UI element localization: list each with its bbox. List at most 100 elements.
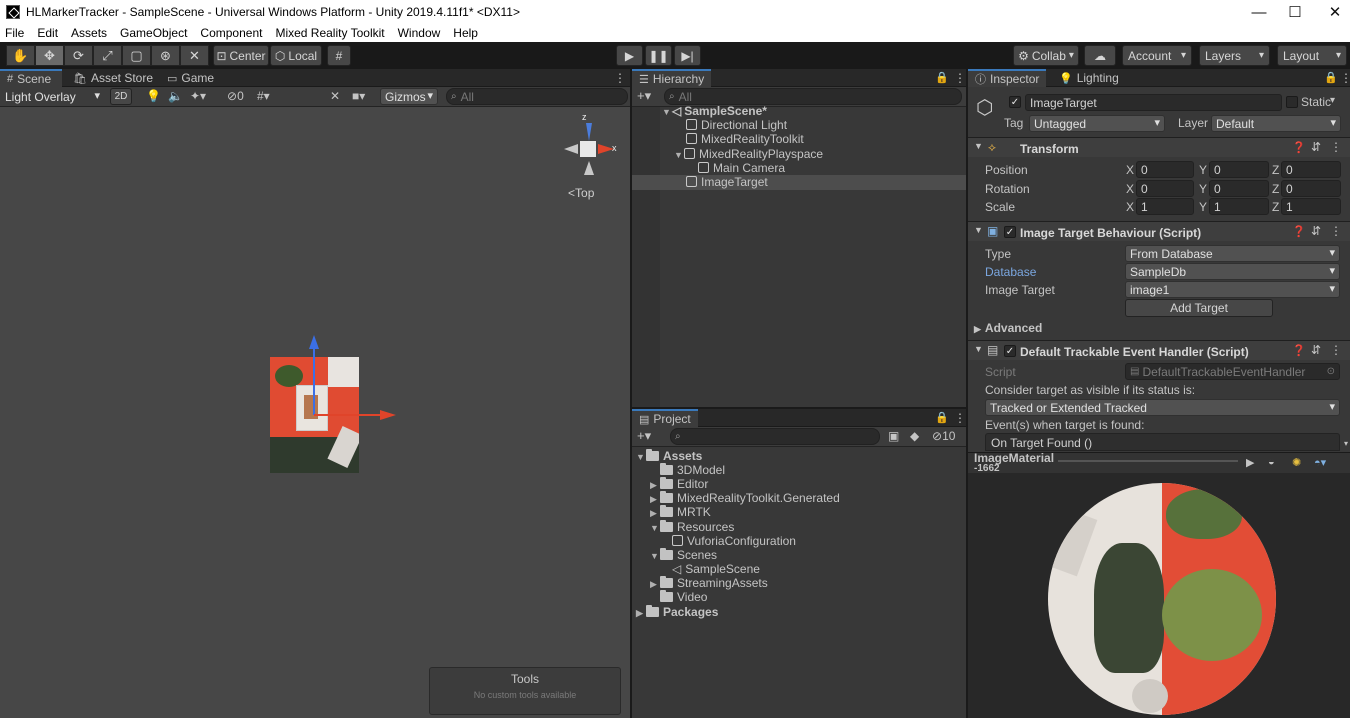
scale-z-field[interactable]: 1 bbox=[1281, 198, 1341, 215]
2d-toggle[interactable]: 2D bbox=[110, 88, 132, 105]
play-preview-icon[interactable]: ▶ bbox=[1246, 456, 1254, 469]
collab-dropdown[interactable]: ⚙ Collab ▾ bbox=[1013, 45, 1079, 66]
help-icon[interactable]: ❓ bbox=[1292, 225, 1306, 238]
rect-tool-icon[interactable]: ▢ bbox=[122, 45, 151, 66]
menu-component[interactable]: Component bbox=[200, 26, 262, 40]
scale-x-field[interactable]: 1 bbox=[1136, 198, 1194, 215]
hierarchy-item-mixedrealityplayspace[interactable]: ▼ MixedRealityPlayspace bbox=[674, 147, 823, 161]
on-target-found-event-box[interactable]: On Target Found () bbox=[985, 433, 1340, 451]
advanced-foldout[interactable]: ▶ Advanced bbox=[974, 321, 1042, 335]
tab-game[interactable]: ▭ Game bbox=[160, 69, 221, 87]
menu-help[interactable]: Help bbox=[453, 26, 478, 40]
project-folder-resources[interactable]: ▼ Resources bbox=[650, 520, 734, 534]
search-by-type-icon[interactable]: ▣ bbox=[888, 429, 899, 443]
rotation-z-field[interactable]: 0 bbox=[1281, 180, 1341, 197]
gizmos-dropdown[interactable]: Gizmos bbox=[380, 88, 438, 105]
light-preview-icon[interactable]: ✺ bbox=[1292, 456, 1301, 469]
preset-icon[interactable]: ⇵ bbox=[1311, 343, 1321, 357]
hidden-packages-toggle[interactable]: ⊘10 bbox=[932, 429, 955, 443]
project-asset-vuforiaconfiguration[interactable]: VuforiaConfiguration bbox=[672, 534, 796, 548]
tab-scene[interactable]: # Scene bbox=[0, 69, 62, 87]
transform-component-header[interactable]: ▼ ⟡ Transform ❓ ⇵ ⋮ bbox=[968, 137, 1350, 157]
menu-edit[interactable]: Edit bbox=[37, 26, 58, 40]
add-target-button[interactable]: Add Target bbox=[1125, 299, 1273, 317]
rotate-tool-icon[interactable]: ⟳ bbox=[64, 45, 93, 66]
project-assets-root[interactable]: ▼ Assets bbox=[636, 449, 702, 463]
scale-y-field[interactable]: 1 bbox=[1209, 198, 1269, 215]
event-handler-enabled-checkbox[interactable]: ✓ bbox=[1004, 345, 1016, 357]
object-name-field[interactable]: ImageTarget bbox=[1025, 94, 1282, 111]
grid-snap-button[interactable]: # bbox=[327, 45, 351, 66]
project-folder-3dmodel[interactable]: 3DModel bbox=[660, 463, 725, 477]
tab-project[interactable]: ▤ Project bbox=[632, 409, 698, 427]
transform-tool-icon[interactable]: ⊛ bbox=[151, 45, 180, 66]
hierarchy-item-directional-light[interactable]: Directional Light bbox=[686, 118, 787, 132]
tools-icon[interactable]: ✕ bbox=[330, 89, 340, 103]
account-dropdown[interactable]: Account ▾ bbox=[1122, 45, 1192, 66]
sphere-preview-icon[interactable]: ◒ bbox=[1268, 456, 1275, 468]
cloud-button[interactable]: ☁ bbox=[1084, 45, 1116, 66]
type-dropdown[interactable]: From Database bbox=[1125, 245, 1340, 262]
hierarchy-item-imagetarget[interactable]: ImageTarget bbox=[686, 175, 768, 189]
hidden-objects-toggle[interactable]: ⊘0 bbox=[227, 89, 244, 103]
position-y-field[interactable]: 0 bbox=[1209, 161, 1269, 178]
scene-search-input[interactable]: ⌕ All bbox=[446, 88, 628, 105]
tab-asset-store[interactable]: 🛍 Asset Store bbox=[66, 69, 160, 87]
hierarchy-item-mixedrealitytoolkit[interactable]: MixedRealityToolkit bbox=[686, 132, 804, 146]
project-folder-video[interactable]: Video bbox=[660, 590, 707, 604]
tab-lighting[interactable]: 💡 Lighting bbox=[1052, 69, 1126, 87]
menu-gameobject[interactable]: GameObject bbox=[120, 26, 187, 40]
database-dropdown[interactable]: SampleDb bbox=[1125, 263, 1340, 280]
preview-drag-handle[interactable] bbox=[1058, 460, 1238, 462]
pivot-local-button[interactable]: ⬡ Local bbox=[270, 45, 322, 66]
pivot-center-button[interactable]: ⊡ Center bbox=[213, 45, 269, 66]
draw-mode-dropdown[interactable]: Light Overlay bbox=[0, 88, 105, 105]
kebab-menu-icon[interactable]: ⋮ bbox=[614, 71, 626, 85]
kebab-menu-icon[interactable]: ⋮ bbox=[954, 411, 966, 425]
pause-button[interactable]: ❚❚ bbox=[645, 45, 672, 66]
custom-tool-icon[interactable]: ✕ bbox=[180, 45, 209, 66]
project-folder-mrtk-generated[interactable]: ▶ MixedRealityToolkit.Generated bbox=[650, 491, 840, 505]
tag-dropdown[interactable]: Untagged bbox=[1029, 115, 1165, 132]
image-target-dropdown[interactable]: image1 bbox=[1125, 281, 1340, 298]
project-folder-streamingassets[interactable]: ▶ StreamingAssets bbox=[650, 576, 768, 590]
status-dropdown[interactable]: Tracked or Extended Tracked bbox=[985, 399, 1340, 416]
help-icon[interactable]: ❓ bbox=[1292, 344, 1306, 357]
hierarchy-search-input[interactable]: ⌕ All bbox=[664, 88, 962, 105]
project-folder-scenes[interactable]: ▼ Scenes bbox=[650, 548, 717, 562]
audio-toggle-icon[interactable]: 🔈 bbox=[168, 89, 183, 103]
move-tool-icon[interactable]: ✥ bbox=[35, 45, 64, 66]
search-by-label-icon[interactable]: ◆ bbox=[910, 429, 919, 443]
tab-inspector[interactable]: ⓘ Inspector bbox=[968, 69, 1047, 87]
active-checkbox[interactable]: ✓ bbox=[1009, 96, 1021, 108]
kebab-menu-icon[interactable]: ⋮ bbox=[1330, 343, 1342, 357]
object-picker-icon[interactable]: ⊙ bbox=[1327, 366, 1335, 377]
menu-mixed-reality-toolkit[interactable]: Mixed Reality Toolkit bbox=[275, 26, 384, 40]
menu-window[interactable]: Window bbox=[398, 26, 441, 40]
scroll-down-arrow-icon[interactable]: ▾ bbox=[1344, 439, 1348, 448]
create-add-icon[interactable]: +▾ bbox=[637, 88, 651, 104]
position-x-field[interactable]: 0 bbox=[1136, 161, 1194, 178]
preset-icon[interactable]: ⇵ bbox=[1311, 224, 1321, 238]
play-button[interactable]: ▶ bbox=[616, 45, 643, 66]
step-button[interactable]: ▶| bbox=[674, 45, 701, 66]
project-packages-root[interactable]: ▶ Packages bbox=[636, 605, 718, 619]
lighting-toggle-icon[interactable]: 💡 bbox=[146, 89, 161, 103]
close-button[interactable]: ✕ bbox=[1312, 0, 1350, 24]
hand-tool-icon[interactable]: ✋ bbox=[6, 45, 35, 66]
layers-dropdown[interactable]: Layers ▾ bbox=[1199, 45, 1270, 66]
move-gizmo[interactable] bbox=[300, 331, 400, 421]
layout-dropdown[interactable]: Layout ▾ bbox=[1277, 45, 1347, 66]
view-label[interactable]: <Top bbox=[568, 186, 594, 200]
image-target-component-header[interactable]: ▼ ▣ ✓ Image Target Behaviour (Script) ❓ … bbox=[968, 221, 1350, 241]
mesh-preview-icon[interactable]: ◓▾ bbox=[1314, 456, 1326, 469]
script-field[interactable]: ▤ DefaultTrackableEventHandler ⊙ bbox=[1125, 363, 1340, 380]
menu-assets[interactable]: Assets bbox=[71, 26, 107, 40]
help-icon[interactable]: ❓ bbox=[1292, 141, 1306, 154]
project-search-input[interactable]: ⌕ bbox=[670, 428, 880, 445]
scene-orientation-gizmo[interactable]: z x bbox=[556, 112, 622, 183]
menu-file[interactable]: File bbox=[5, 26, 24, 40]
chevron-down-icon[interactable]: ▾ bbox=[1330, 95, 1335, 106]
kebab-menu-icon[interactable]: ⋮ bbox=[954, 71, 966, 85]
lock-icon[interactable]: 🔒 bbox=[935, 71, 949, 84]
